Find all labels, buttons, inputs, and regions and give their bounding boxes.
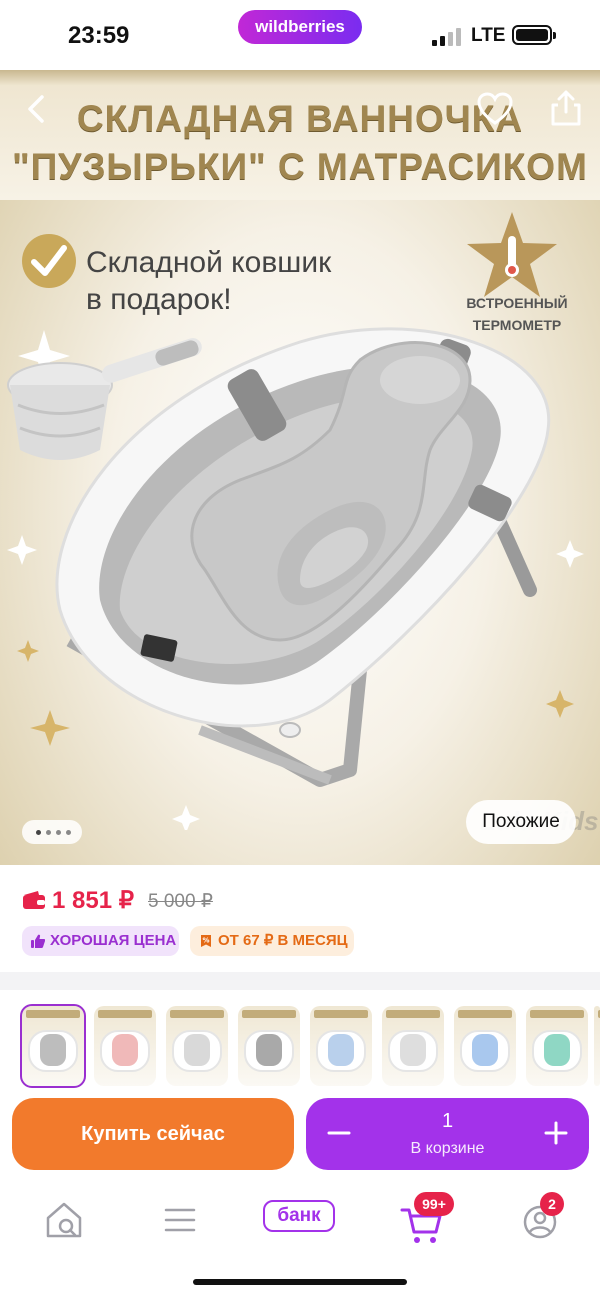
- status-time: 23:59: [68, 22, 130, 49]
- thermometer-star-icon: [467, 212, 557, 297]
- network-label: LTE: [471, 25, 506, 46]
- buy-now-button[interactable]: Купить сейчас: [12, 1098, 294, 1170]
- product-image-gallery[interactable]: СКЛАДНАЯ ВАННОЧКА "ПУЗЫРЬКИ" С МАТРАСИКО…: [0, 70, 600, 865]
- heart-icon[interactable]: [476, 90, 514, 128]
- wallet-icon: [23, 891, 45, 909]
- signal-icon: [432, 28, 466, 46]
- installment-badge[interactable]: % ОТ 67 ₽ В МЕСЯЦ: [190, 926, 354, 956]
- cart-stepper[interactable]: 1 В корзине: [306, 1098, 589, 1170]
- variant-thumbnail[interactable]: [94, 1006, 156, 1086]
- gallery-pagination: [22, 820, 82, 844]
- variant-thumbnail[interactable]: [238, 1006, 300, 1086]
- menu-icon[interactable]: [156, 1196, 204, 1244]
- profile-count-badge: 2: [540, 1192, 564, 1216]
- installment-label: ОТ 67 ₽ В МЕСЯЦ: [218, 932, 348, 949]
- thumbs-up-icon: [31, 934, 45, 948]
- status-bar: 23:59 wildberries LTE: [0, 0, 600, 70]
- current-price: 1 851 ₽: [52, 887, 134, 914]
- battery-icon: [512, 25, 556, 45]
- cart-count-badge: 99+: [414, 1192, 454, 1216]
- variant-thumbnail[interactable]: [310, 1006, 372, 1086]
- section-divider: [0, 972, 600, 990]
- old-price: 5 000 ₽: [148, 891, 213, 912]
- back-icon[interactable]: [20, 92, 54, 126]
- variant-thumbnails[interactable]: [20, 1004, 600, 1088]
- purchase-bar: Купить сейчас 1 В корзине: [0, 1088, 600, 1180]
- plus-icon[interactable]: [541, 1118, 571, 1148]
- app-name-pill: wildberries: [238, 10, 362, 44]
- good-price-label: ХОРОШАЯ ЦЕНА: [50, 932, 177, 949]
- installment-icon: %: [201, 935, 211, 947]
- bank-tab[interactable]: банк: [263, 1200, 335, 1232]
- good-price-badge[interactable]: ХОРОШАЯ ЦЕНА: [22, 926, 179, 956]
- variant-thumbnail[interactable]: [594, 1006, 600, 1086]
- variant-thumbnail[interactable]: [454, 1006, 516, 1086]
- variant-thumbnail[interactable]: [526, 1006, 588, 1086]
- bathtub-illustration: [7, 327, 584, 830]
- similar-button[interactable]: Похожие: [466, 800, 576, 844]
- promo-text: Складной ковшик в подарок!: [86, 244, 331, 318]
- promo-line-1: Складной ковшик: [86, 246, 332, 279]
- variant-thumbnail[interactable]: [166, 1006, 228, 1086]
- home-indicator: [193, 1279, 407, 1285]
- home-search-icon[interactable]: [40, 1196, 88, 1244]
- image-title-line-2: "ПУЗЫРЬКИ" С МАТРАСИКОМ: [12, 146, 588, 187]
- variant-thumbnail[interactable]: [382, 1006, 444, 1086]
- variant-thumbnail[interactable]: [20, 1004, 86, 1088]
- share-icon[interactable]: [548, 88, 584, 128]
- svg-text:%: %: [202, 937, 209, 945]
- check-circle-icon: [22, 234, 76, 288]
